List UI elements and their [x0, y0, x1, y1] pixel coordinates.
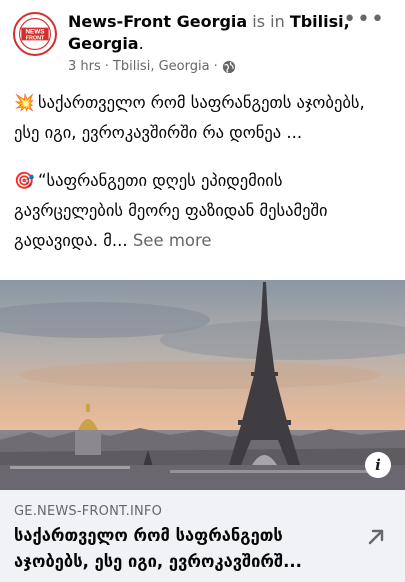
- svg-text:FRONT: FRONT: [26, 35, 45, 41]
- page-name-link[interactable]: News-Front Georgia: [68, 12, 247, 31]
- link-title[interactable]: საქართველო რომ საფრანგეთს აჯობებს, ესე ი…: [14, 523, 354, 575]
- post-text: 💥 საქართველო რომ საფრანგეთს აჯობებს, ესე …: [14, 88, 394, 256]
- trailing-dot: .: [138, 34, 144, 53]
- svg-text:NEWS: NEWS: [25, 29, 44, 36]
- share-arrow-icon[interactable]: [365, 526, 387, 548]
- collision-emoji-icon: 💥: [14, 93, 35, 112]
- link-domain: GE.NEWS-FRONT.INFO: [14, 504, 163, 519]
- post-location[interactable]: Tbilisi, Georgia: [113, 59, 210, 74]
- page-avatar[interactable]: NEWS FRONT: [13, 12, 57, 56]
- link-preview-meta[interactable]: GE.NEWS-FRONT.INFO საქართველო რომ საფრან…: [0, 490, 405, 582]
- post-paragraph-1: 💥 საქართველო რომ საფრანგეთს აჯობებს, ესე …: [14, 88, 394, 148]
- paragraph-1-text: საქართველო რომ საფრანგეთს აჯობებს, ესე ი…: [14, 93, 365, 142]
- target-emoji-icon: 🎯: [14, 171, 35, 190]
- post-timestamp[interactable]: 3 hrs: [68, 59, 101, 74]
- globe-icon: [222, 60, 235, 73]
- is-in-text: is in: [247, 12, 290, 31]
- see-more-link[interactable]: See more: [133, 231, 212, 250]
- meta-separator-2: ·: [213, 59, 218, 74]
- post-author-line: News-Front Georgia is in Tbilisi, Georgi…: [68, 11, 358, 55]
- news-front-logo: NEWS FRONT: [15, 14, 55, 54]
- link-preview-image[interactable]: i: [0, 280, 405, 490]
- meta-separator: ·: [104, 59, 109, 74]
- post-paragraph-2: 🎯 “საფრანგეთი დღეს ეპიდემიის გავრცელების …: [14, 166, 394, 256]
- post-header: NEWS FRONT News-Front Georgia is in Tbil…: [0, 0, 405, 84]
- paris-eiffel-tower-image: [0, 280, 405, 490]
- info-button[interactable]: i: [365, 452, 391, 478]
- post-meta: 3 hrs · Tbilisi, Georgia ·: [68, 59, 236, 74]
- more-options-button[interactable]: •••: [343, 9, 385, 31]
